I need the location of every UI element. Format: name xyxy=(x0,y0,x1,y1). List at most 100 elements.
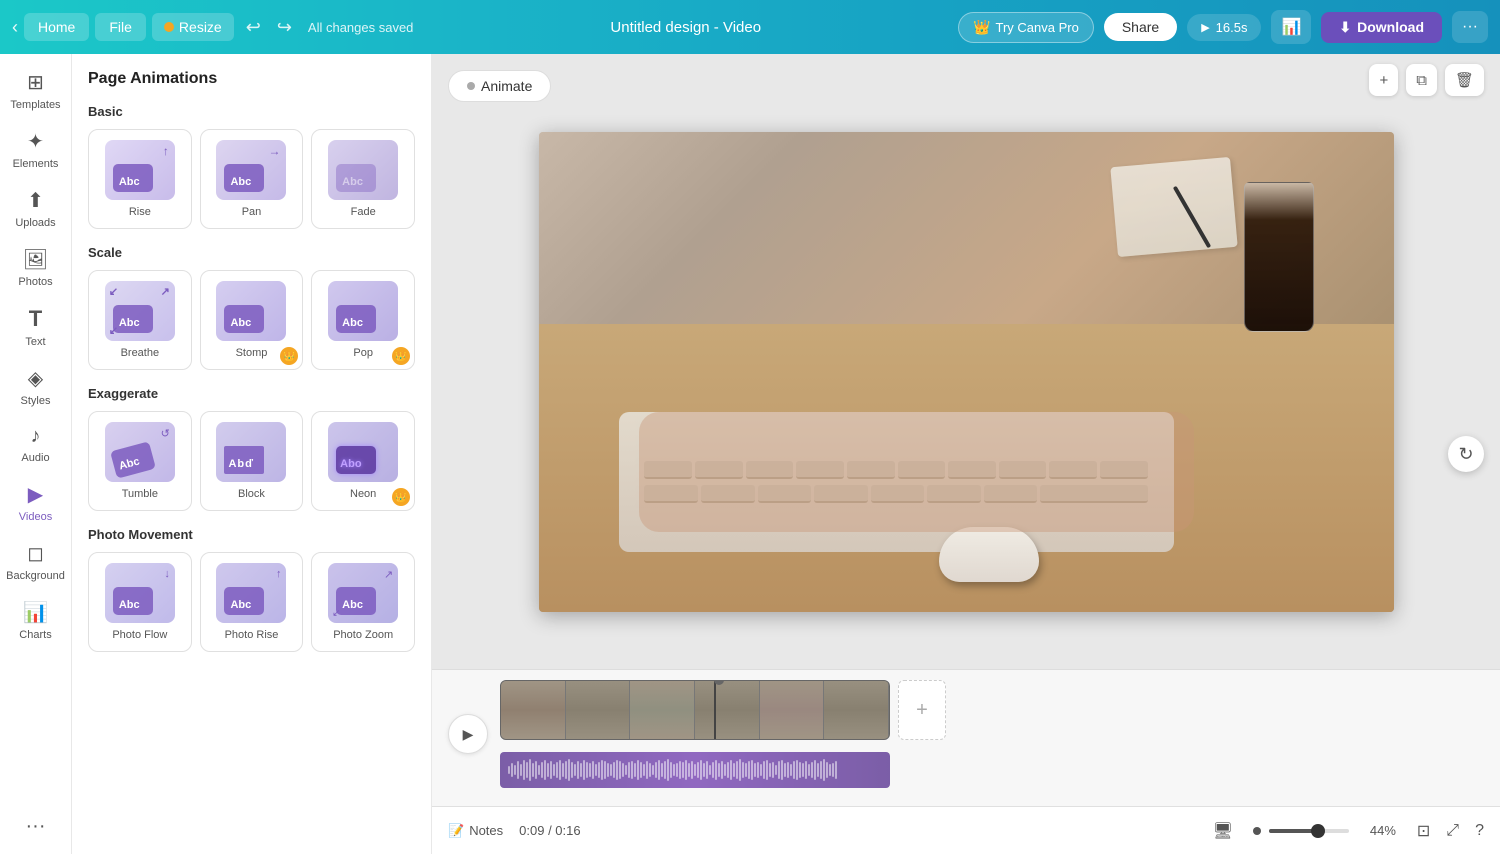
refresh-icon: ↻ xyxy=(1458,444,1473,465)
project-title: Untitled design - Video xyxy=(610,19,761,36)
animation-pan[interactable]: Abc Pan xyxy=(200,129,304,229)
sidebar-item-uploads[interactable]: ⬆ Uploads xyxy=(4,180,68,237)
play-button[interactable]: ▶ xyxy=(448,714,488,754)
help-button[interactable]: ? xyxy=(1475,822,1484,840)
videos-icon: ▶ xyxy=(28,482,43,507)
neon-label: Neon xyxy=(350,488,376,500)
panel-header: Page Animations xyxy=(88,70,415,88)
fade-label: Fade xyxy=(351,206,376,218)
add-to-canvas-button[interactable]: + xyxy=(1369,64,1398,96)
pop-crown: 👑 xyxy=(392,347,410,365)
home-button[interactable]: Home xyxy=(24,13,89,41)
zoom-handle[interactable] xyxy=(1311,824,1325,838)
play-icon: ▶ xyxy=(463,726,474,743)
sidebar-item-videos[interactable]: ▶ Videos xyxy=(4,474,68,531)
sidebar-item-text[interactable]: T Text xyxy=(4,298,68,356)
block-label: Block xyxy=(238,488,265,500)
stomp-label: Stomp xyxy=(236,347,268,359)
animation-block[interactable]: Abď Block xyxy=(200,411,304,511)
animation-neon[interactable]: Abo 👑 Neon xyxy=(311,411,415,511)
page-icon-button[interactable]: ⊡ xyxy=(1417,821,1430,841)
notes-icon: 📝 xyxy=(448,823,464,839)
frame-4 xyxy=(695,681,760,739)
basic-section-title: Basic xyxy=(88,104,415,119)
animation-rise[interactable]: Abc Rise xyxy=(88,129,192,229)
sidebar-item-elements[interactable]: ✦ Elements xyxy=(4,121,68,178)
add-clip-button[interactable]: + xyxy=(898,680,946,740)
exaggerate-section-title: Exaggerate xyxy=(88,386,415,401)
frame-6 xyxy=(824,681,889,739)
basic-animations-grid: Abc Rise Abc Pan Abc Fade xyxy=(88,129,415,229)
topbar-left: ‹ Home File Resize ↩ ↪ All changes saved xyxy=(12,11,413,44)
sidebar-item-templates[interactable]: ⊞ Templates xyxy=(4,62,68,119)
animation-photorise[interactable]: Abc ↑ Photo Rise xyxy=(200,552,304,652)
left-sidebar: ⊞ Templates ✦ Elements ⬆ Uploads 🖼 Photo… xyxy=(0,54,72,854)
rise-label: Rise xyxy=(129,206,151,218)
sidebar-item-styles[interactable]: ◈ Styles xyxy=(4,358,68,415)
more-options-button[interactable]: ··· xyxy=(1452,11,1488,43)
sidebar-item-audio[interactable]: ♪ Audio xyxy=(4,417,68,472)
notes-button[interactable]: 📝 Notes xyxy=(448,823,503,839)
file-button[interactable]: File xyxy=(95,13,146,41)
analytics-button[interactable]: 📊 xyxy=(1271,10,1311,44)
back-icon[interactable]: ‹ xyxy=(12,17,18,38)
stomp-crown: 👑 xyxy=(280,347,298,365)
more-icon: ··· xyxy=(26,815,46,838)
animation-stomp[interactable]: Abc 👑 Stomp xyxy=(200,270,304,370)
try-pro-button[interactable]: 👑 Try Canva Pro xyxy=(958,12,1094,43)
undo-button[interactable]: ↩ xyxy=(240,11,267,44)
play-time-button[interactable]: ▶ 16.5s xyxy=(1187,14,1261,41)
pan-label: Pan xyxy=(242,206,262,218)
frame-1 xyxy=(501,681,566,739)
sidebar-item-photos[interactable]: 🖼 Photos xyxy=(4,239,68,296)
redo-button[interactable]: ↪ xyxy=(271,11,298,44)
canvas-frame[interactable] xyxy=(539,132,1394,612)
zoom-track[interactable] xyxy=(1269,829,1349,833)
zoom-track-fill xyxy=(1269,829,1313,833)
breathe-label: Breathe xyxy=(121,347,160,359)
expand-button[interactable]: ⤢ xyxy=(1446,822,1459,840)
zoom-percent: 44% xyxy=(1365,823,1401,838)
animation-breathe[interactable]: Abc ↗ ↙ Breathe xyxy=(88,270,192,370)
frame-3 xyxy=(630,681,695,739)
animation-photoflow[interactable]: Abc ↓ Photo Flow xyxy=(88,552,192,652)
exaggerate-animations-grid: Abc ↺ Tumble Abď Block Abo 👑 Neon xyxy=(88,411,415,511)
canvas-wrapper: ↻ xyxy=(432,54,1500,669)
sidebar-item-more[interactable]: ··· xyxy=(4,807,68,846)
tumble-label: Tumble xyxy=(122,488,158,500)
resize-button[interactable]: Resize xyxy=(152,13,234,41)
animation-pop[interactable]: Abc 👑 Pop xyxy=(311,270,415,370)
resize-dot xyxy=(164,22,174,32)
audio-timeline-track[interactable]: // Generate waveform bars const heights … xyxy=(500,752,890,788)
topbar-center: Untitled design - Video xyxy=(421,19,950,36)
animate-button-area: Animate xyxy=(448,70,551,110)
photoflow-label: Photo Flow xyxy=(112,629,167,641)
elements-icon: ✦ xyxy=(27,129,44,154)
video-timeline-track[interactable] xyxy=(500,680,890,740)
undo-redo-group: ↩ ↪ xyxy=(240,11,298,44)
frame-5 xyxy=(760,681,825,739)
time-display: 0:09 / 0:16 xyxy=(519,823,580,838)
topbar-right: 👑 Try Canva Pro Share ▶ 16.5s 📊 ⬇ Downlo… xyxy=(958,10,1488,44)
animation-fade[interactable]: Abc Fade xyxy=(311,129,415,229)
animation-photozoom[interactable]: Abc ↗ ↙ Photo Zoom xyxy=(311,552,415,652)
monitor-view-button[interactable]: 🖥 xyxy=(1209,817,1237,845)
frame-2 xyxy=(566,681,631,739)
photos-icon: 🖼 xyxy=(23,247,48,272)
delete-canvas-button[interactable]: 🗑 xyxy=(1445,64,1484,96)
animate-button[interactable]: Animate xyxy=(448,70,551,102)
pan-preview: Abc xyxy=(216,140,286,200)
animations-panel: Page Animations Basic Abc Rise Abc Pan xyxy=(72,54,432,854)
copy-canvas-button[interactable]: ⧉ xyxy=(1406,64,1437,96)
sidebar-item-background[interactable]: ◻ Background xyxy=(4,533,68,590)
download-button[interactable]: ⬇ Download xyxy=(1321,12,1442,43)
animation-tumble[interactable]: Abc ↺ Tumble xyxy=(88,411,192,511)
stomp-preview: Abc xyxy=(216,281,286,341)
sidebar-item-charts[interactable]: 📊 Charts xyxy=(4,592,68,649)
rise-preview: Abc xyxy=(105,140,175,200)
charts-icon: 📊 xyxy=(23,600,48,625)
share-button[interactable]: Share xyxy=(1104,13,1177,41)
templates-icon: ⊞ xyxy=(27,70,44,95)
refresh-button[interactable]: ↻ xyxy=(1448,436,1484,472)
animate-dot xyxy=(467,82,475,90)
